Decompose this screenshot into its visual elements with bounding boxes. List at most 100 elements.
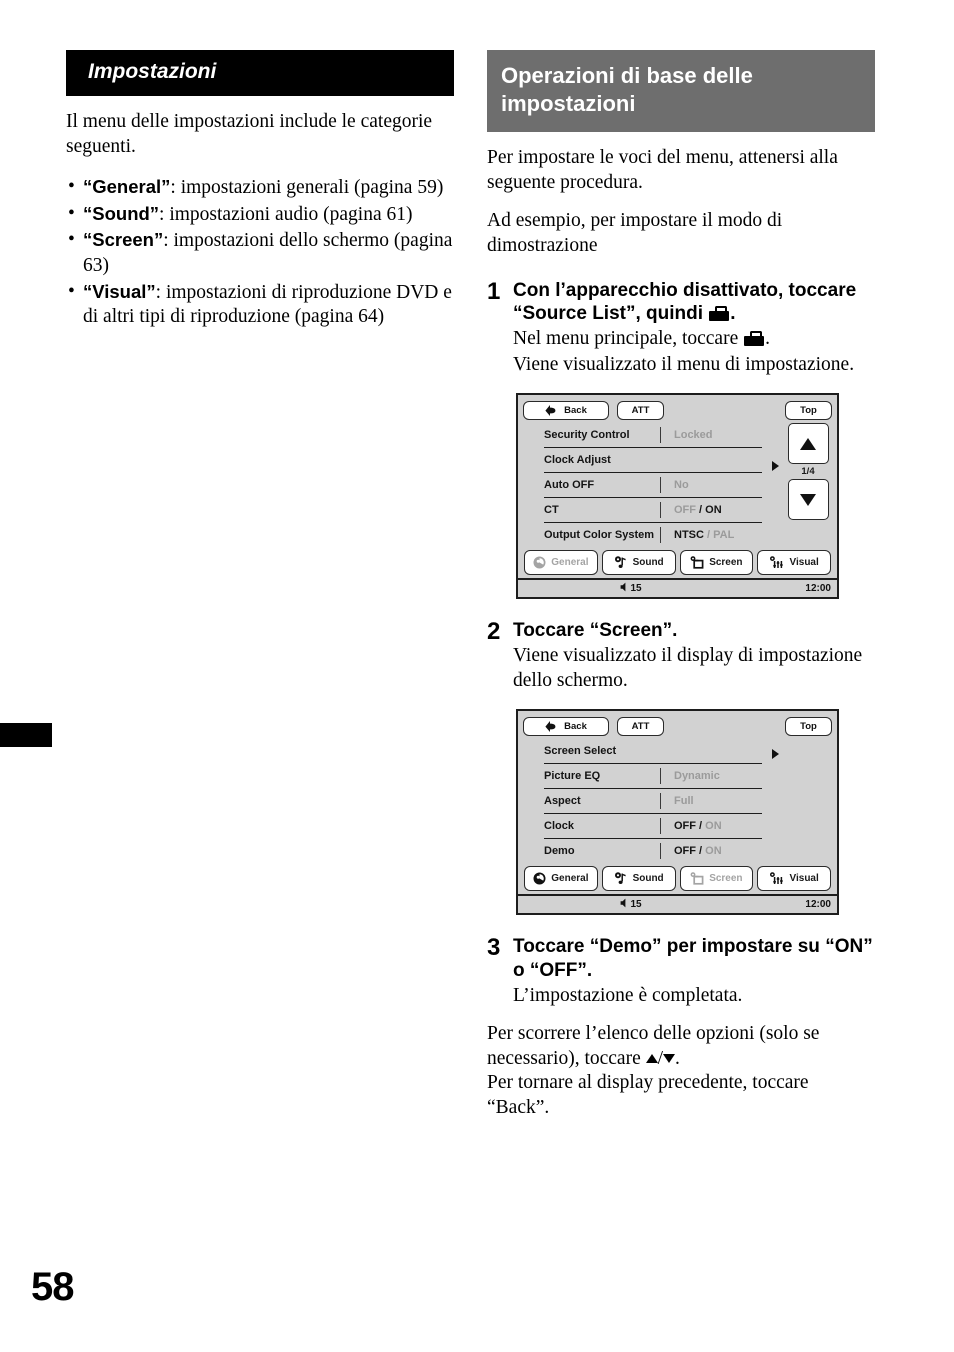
row-value-on: ON: [705, 504, 722, 517]
closing-period: .: [675, 1047, 680, 1069]
row-value: No: [660, 477, 762, 494]
device-screen-row-clock[interactable]: Clock OFF / ON: [544, 814, 762, 840]
device-general-row-output-color-system[interactable]: Output Color System NTSC / PAL: [544, 523, 762, 547]
triangle-up-icon: [645, 1053, 658, 1063]
device-general-tab-screen[interactable]: Screen: [679, 550, 754, 576]
device-screen-volume-indicator: 15: [620, 898, 642, 911]
device-general-topbar: Back ATT Top: [523, 400, 832, 421]
speaker-icon: [620, 898, 629, 911]
tab-label: Visual: [789, 557, 819, 569]
step-2-sub: Viene visualizzato il display di imposta…: [513, 644, 863, 691]
device-general-top-button[interactable]: Top: [785, 401, 832, 421]
row-value: [660, 452, 762, 468]
device-screen-att-button[interactable]: ATT: [617, 717, 664, 737]
step-3-number: 3: [487, 934, 501, 962]
device-general-back-button[interactable]: Back: [523, 401, 609, 421]
step-1-sub-period: .: [765, 328, 770, 350]
device-general-row-auto-off[interactable]: Auto OFF No: [544, 473, 762, 499]
row-value: Full: [660, 793, 762, 810]
step-1: 1 Con l’apparecchio disattivato, toccare…: [487, 277, 875, 378]
step-1-sub-text: Nel menu principale, toccare: [513, 328, 739, 350]
row-label: Auto OFF: [544, 479, 595, 492]
sound-note-icon: [614, 555, 628, 570]
row-value-sep: /: [696, 504, 706, 517]
row-value-off: OFF: [674, 820, 696, 833]
procedure-intro-1: Per impostare le voci del menu, atteners…: [487, 147, 838, 193]
category-keyword: “Visual”: [83, 280, 156, 302]
device-general-row-ct[interactable]: CT OFF / ON: [544, 498, 762, 524]
row-value-on: ON: [705, 820, 722, 833]
device-general-att-button[interactable]: ATT: [617, 401, 664, 421]
device-general-tab-visual[interactable]: Visual: [757, 550, 831, 576]
device-screen-main: Screen Select Picture EQ Dynamic Aspect …: [523, 739, 832, 863]
category-list: “General”: impostazioni generali (pagina…: [66, 175, 454, 329]
triangle-down-icon: [800, 493, 816, 506]
row-value: OFF / ON: [660, 843, 762, 860]
device-screen-nav-column: [784, 739, 832, 863]
device-general-scroll-up-button[interactable]: [787, 423, 829, 465]
row-value: [660, 743, 762, 759]
row-value-on: PAL: [713, 529, 735, 542]
device-screen-top-button[interactable]: Top: [785, 717, 832, 737]
step-1-title-text: Con l’apparecchio disattivato, toccare “…: [513, 279, 857, 325]
device-screen-row-demo[interactable]: Demo OFF / ON: [544, 839, 762, 863]
device-screen-topbar: Back ATT Top: [523, 716, 832, 737]
list-item: “General”: impostazioni generali (pagina…: [66, 175, 454, 201]
device-screen-row-aspect[interactable]: Aspect Full: [544, 789, 762, 815]
category-keyword: “Sound”: [83, 202, 160, 224]
device-general-row-list: Security Control Locked Clock Adjust Aut…: [523, 423, 766, 547]
device-screen-tabbar: General Sound Screen Visual: [523, 866, 832, 892]
device-general-att-label: ATT: [631, 405, 650, 417]
device-general-statusbar: 15 12:00: [518, 578, 837, 598]
device-general-back-label: Back: [564, 405, 587, 417]
row-label: Clock: [544, 820, 574, 833]
device-general-tab-sound[interactable]: Sound: [601, 550, 676, 576]
step-3: 3 Toccare “Demo” per impostare su “ON” o…: [487, 934, 875, 1008]
device-screen-submenu-arrow-column: [766, 739, 784, 863]
device-general-row-security-control[interactable]: Security Control Locked: [544, 423, 762, 449]
category-description: : impostazioni audio (pagina 61): [159, 203, 413, 225]
device-screen-tab-screen[interactable]: Screen: [679, 866, 754, 892]
row-value-sep: /: [696, 820, 706, 833]
general-gear-icon: [533, 556, 546, 569]
row-label: Clock Adjust: [544, 454, 611, 467]
list-item: “Visual”: impostazioni di riproduzione D…: [66, 280, 454, 330]
row-label: Output Color System: [544, 529, 655, 542]
device-general-tab-general[interactable]: General: [524, 550, 598, 576]
device-screenshot-screen: Back ATT Top Screen Select Picture EQ Dy…: [516, 709, 839, 916]
row-value: Dynamic: [660, 768, 762, 785]
row-label: CT: [544, 504, 559, 517]
device-general-main: Security Control Locked Clock Adjust Aut…: [523, 423, 832, 547]
page-number: 58: [31, 1265, 74, 1309]
device-screen-statusbar: 15 12:00: [518, 894, 837, 914]
device-general-tabbar: General Sound Screen Visual: [523, 550, 832, 576]
device-screen-row-screen-select[interactable]: Screen Select: [544, 739, 762, 765]
device-general-row-clock-adjust[interactable]: Clock Adjust: [544, 448, 762, 474]
device-screen-tab-general[interactable]: General: [524, 866, 598, 892]
row-value-sep: /: [703, 529, 714, 542]
device-screen-att-label: ATT: [631, 721, 650, 733]
step-2: 2 Toccare “Screen”. Viene visualizzato i…: [487, 619, 875, 693]
right-column: Operazioni di base delle impostazioni Pe…: [487, 50, 875, 1120]
row-value-off: OFF: [674, 845, 696, 858]
step-2-title: Toccare “Screen”.: [513, 620, 678, 642]
row-label: Demo: [544, 845, 575, 858]
step-1-title-period: .: [730, 303, 736, 325]
step-1-sub-1: Nel menu principale, toccare .: [513, 327, 875, 352]
device-general-submenu-arrow-column: [766, 423, 784, 547]
device-screen-back-button[interactable]: Back: [523, 717, 609, 737]
tab-label: Screen: [709, 557, 743, 569]
device-general-scroll-down-button[interactable]: [787, 479, 829, 521]
closing-paragraph-1: Per scorrere l’elenco delle opzioni (sol…: [487, 1022, 875, 1071]
row-value: NTSC / PAL: [660, 527, 762, 544]
device-screen-tab-sound[interactable]: Sound: [601, 866, 676, 892]
device-general-clock: 12:00: [805, 583, 831, 595]
device-general-page-indicator: 1/4: [801, 466, 815, 478]
step-1-number: 1: [487, 277, 501, 305]
device-general-nav-column: 1/4: [784, 423, 832, 547]
visual-sliders-icon: [769, 556, 784, 569]
general-gear-icon: [533, 872, 546, 885]
device-screen-tab-visual[interactable]: Visual: [757, 866, 831, 892]
category-keyword: “General”: [83, 176, 171, 198]
device-screen-row-picture-eq[interactable]: Picture EQ Dynamic: [544, 764, 762, 790]
